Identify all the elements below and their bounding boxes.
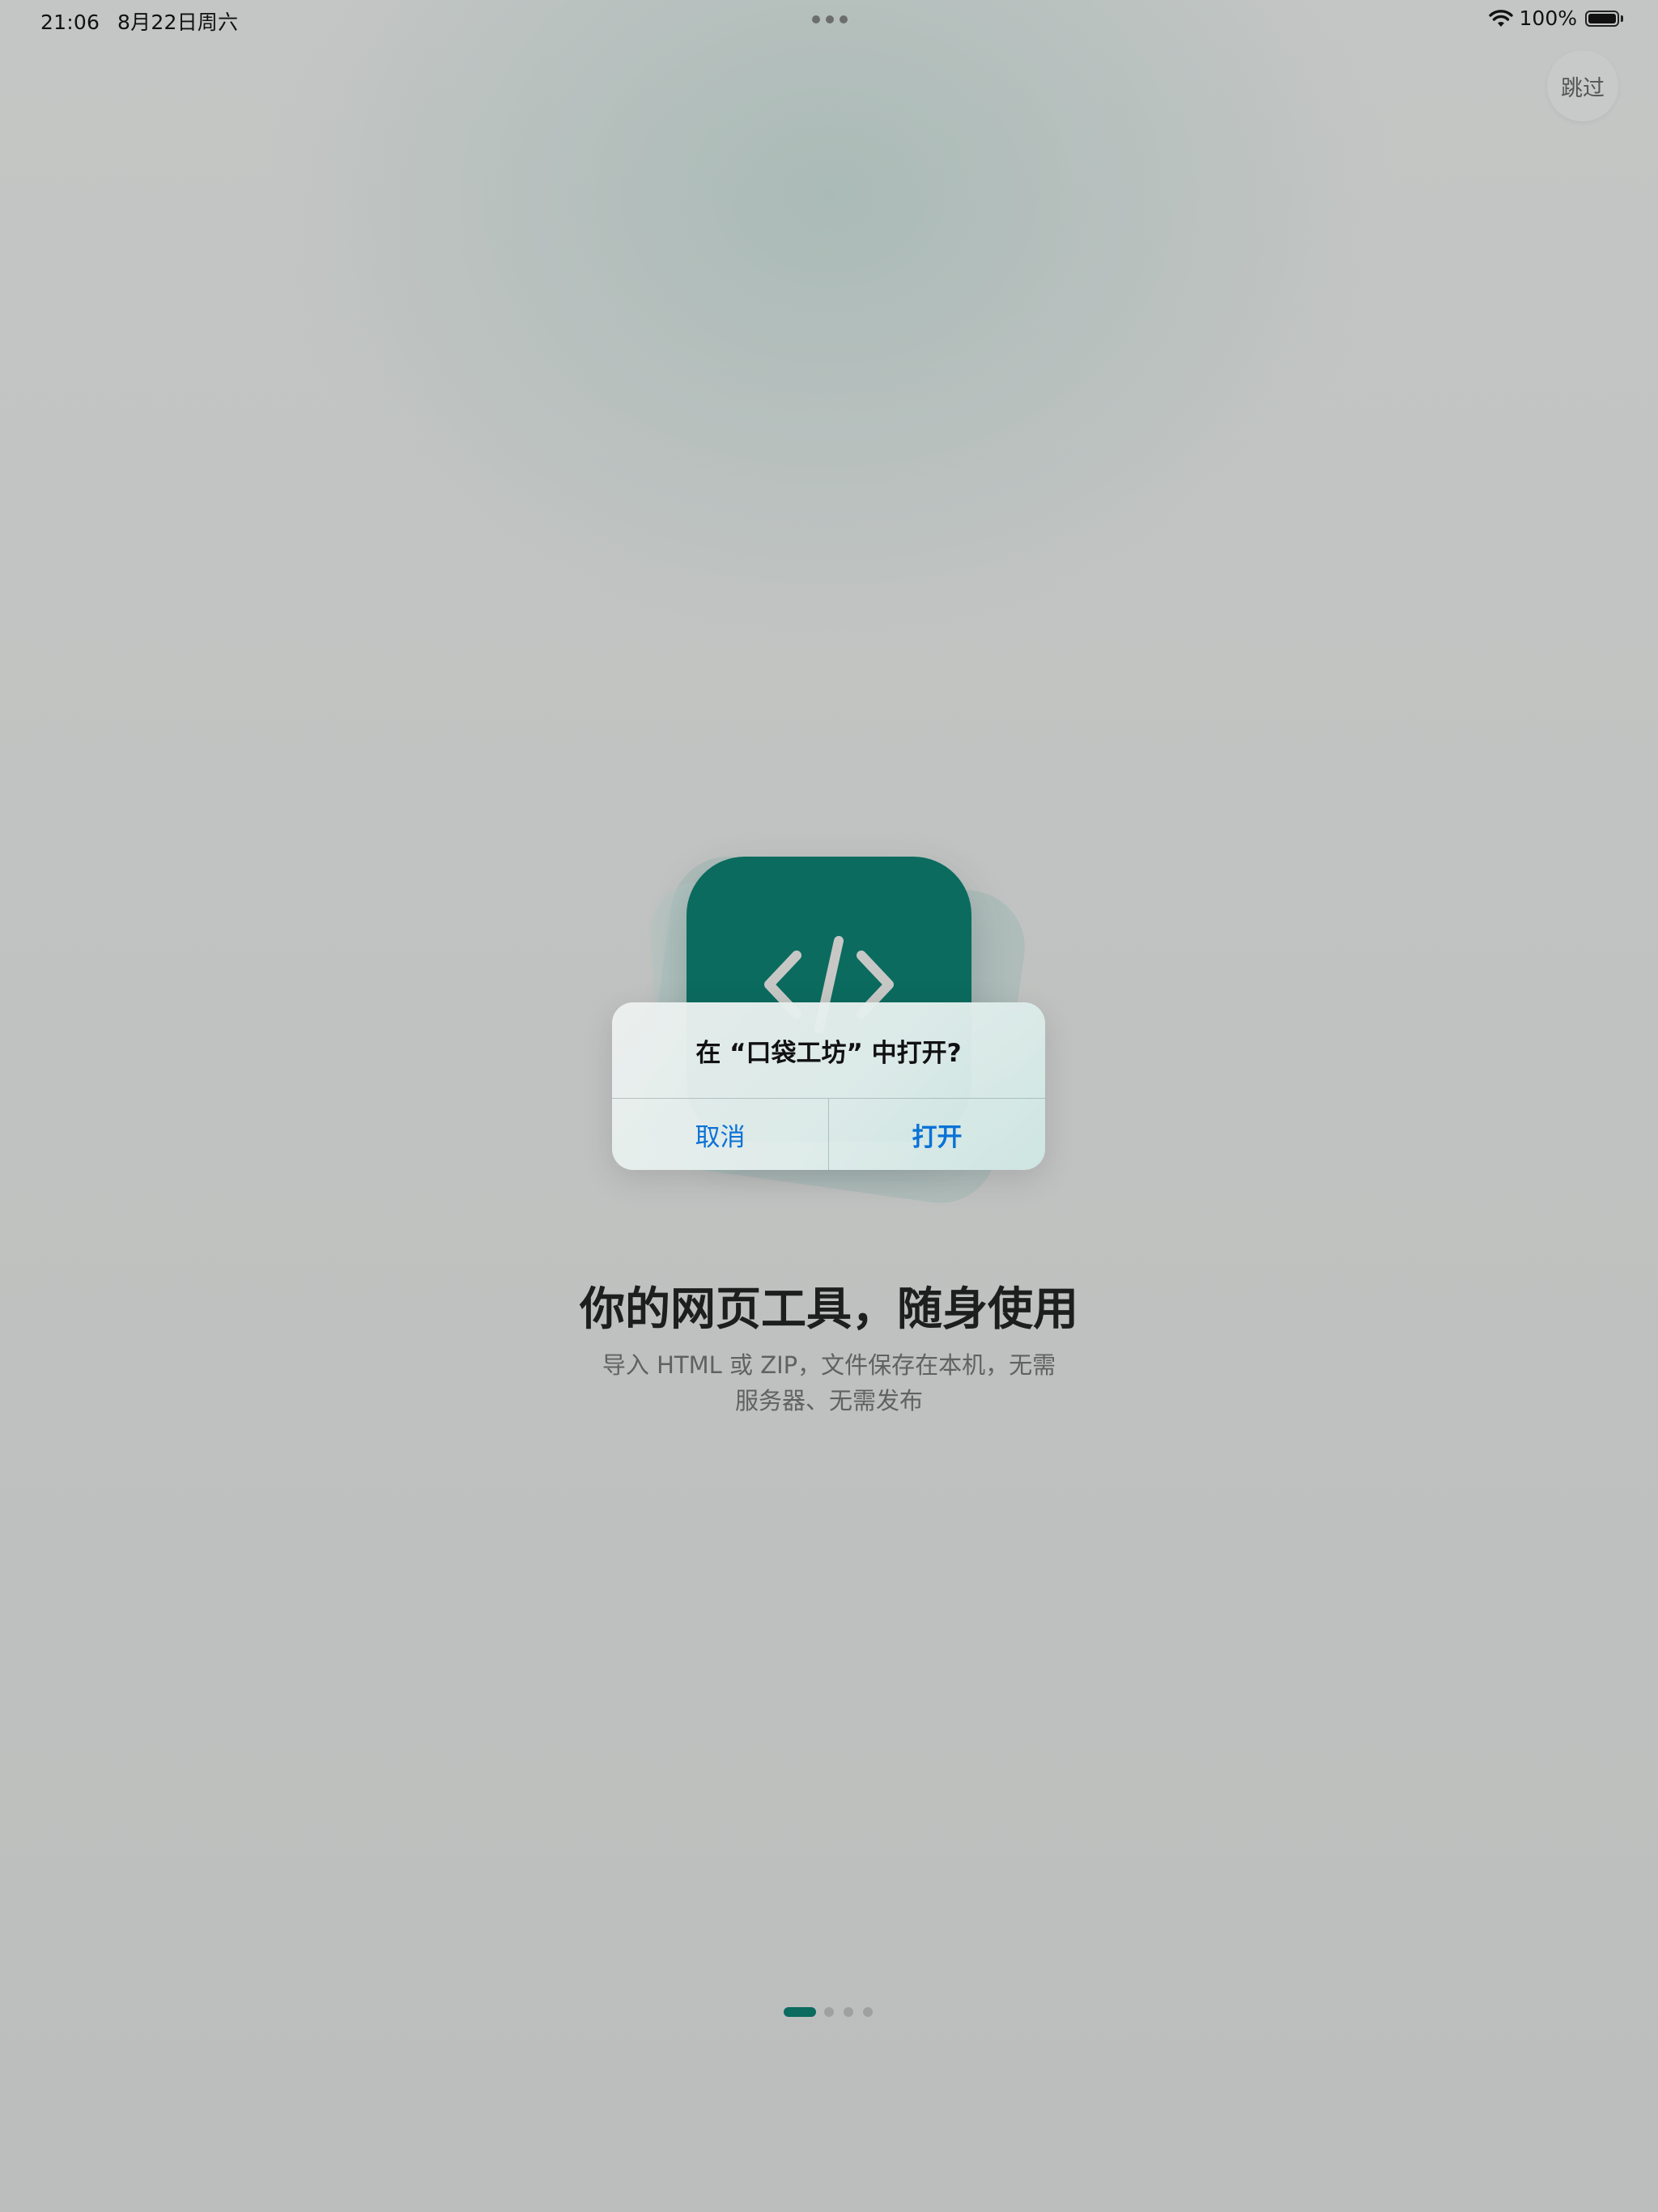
page-dot-1-active[interactable] <box>784 2007 816 2017</box>
status-date: 8月22日周六 <box>117 11 239 34</box>
page-indicator[interactable] <box>784 2007 882 2017</box>
onboarding-description-line-1: 导入 HTML 或 ZIP，文件保存在本机，无需 <box>602 1351 1056 1379</box>
page-dot-2[interactable] <box>824 2007 834 2017</box>
cancel-button[interactable]: 取消 <box>612 1099 828 1170</box>
multitasking-dots[interactable] <box>812 15 848 23</box>
page-dot-4[interactable] <box>863 2007 873 2017</box>
status-bar-left: 21:06 8月22日周六 <box>40 6 256 36</box>
alert-title: 在 “口袋工坊” 中打开? <box>695 1038 962 1068</box>
onboarding-headline: 你的网页工具，随身使用 <box>580 1283 1078 1336</box>
open-in-app-alert: 在 “口袋工坊” 中打开? 取消 打开 <box>612 1002 1045 1170</box>
onboarding-description-line-2: 服务器、无需发布 <box>734 1387 923 1414</box>
battery-icon <box>1585 10 1626 28</box>
battery-percent: 100% <box>1519 6 1577 30</box>
wifi-icon <box>1488 9 1513 27</box>
page-dot-3[interactable] <box>844 2007 853 2017</box>
skip-button[interactable]: 跳过 <box>1547 50 1618 121</box>
onboarding-description: 导入 HTML 或 ZIP，文件保存在本机，无需 服务器、无需发布 <box>586 1347 1072 1419</box>
status-time: 21:06 <box>40 11 100 34</box>
status-bar-right: 100% <box>1488 6 1626 30</box>
open-button[interactable]: 打开 <box>829 1099 1045 1170</box>
